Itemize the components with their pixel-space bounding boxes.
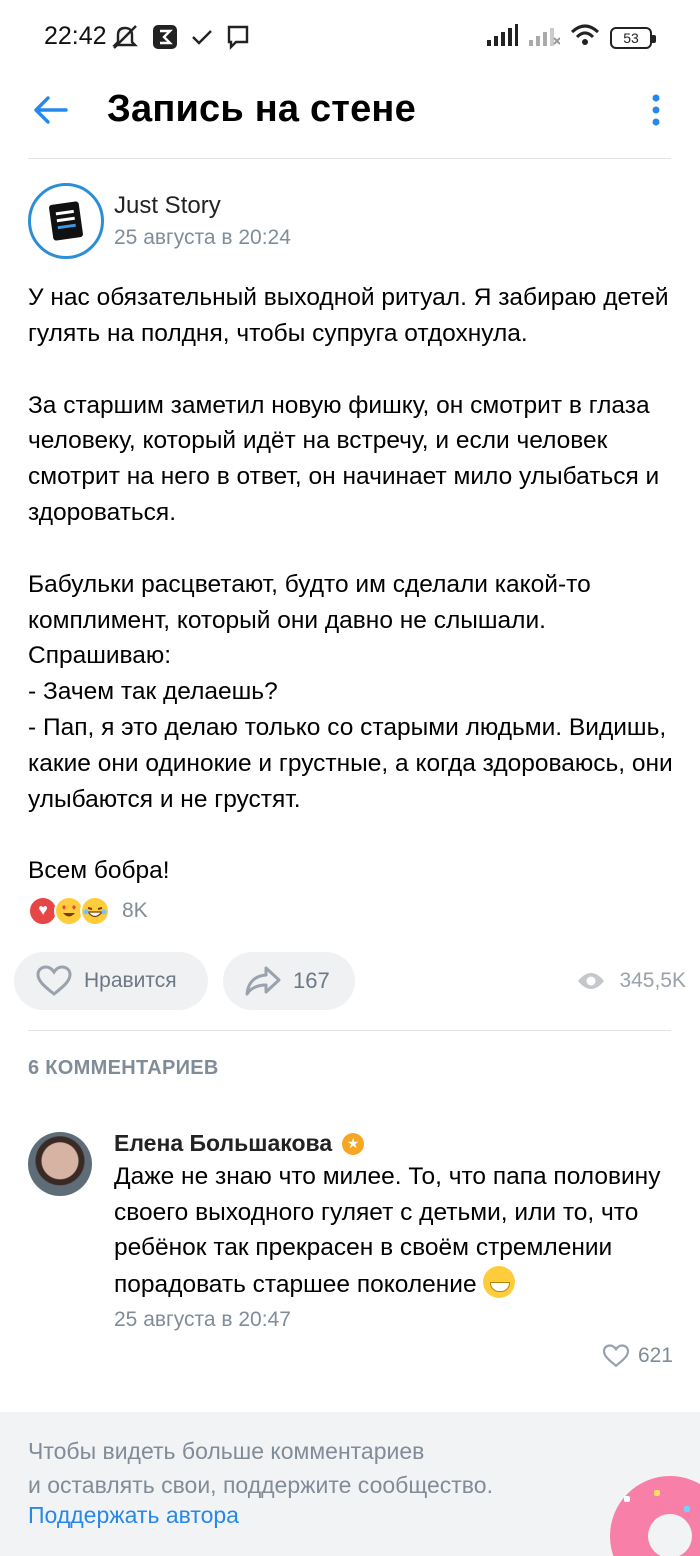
app-icon (152, 24, 178, 55)
post-paragraph: За старшим заметил новую фишку, он смотр… (28, 391, 660, 526)
more-vertical-icon (652, 94, 660, 126)
book-icon (48, 201, 84, 241)
battery-level: 53 (623, 29, 639, 46)
donut-icon (610, 1476, 700, 1556)
commenter-name-text: Елена Большакова (114, 1130, 333, 1156)
comment-like-button[interactable]: 621 (602, 1344, 673, 1368)
post-paragraph: Бабульки расцветают, будто им сделали ка… (28, 570, 673, 813)
heart-icon (602, 1344, 630, 1368)
battery-icon: 53 (610, 26, 656, 49)
post-date: 25 августа в 20:24 (114, 226, 291, 249)
comment-likes-count: 621 (637, 1344, 673, 1367)
share-icon (245, 966, 281, 996)
back-arrow-icon (34, 96, 68, 124)
actions-divider (28, 1030, 671, 1031)
comments-header: 6 КОММЕНТАРИЕВ (28, 1057, 219, 1079)
app-header: Запись на стене (0, 76, 700, 160)
share-count: 167 (293, 968, 330, 993)
header-divider (28, 158, 671, 159)
message-icon (226, 24, 250, 55)
signal-icon (528, 24, 561, 51)
wifi-icon (570, 24, 600, 51)
reactions-summary[interactable]: ♥ 8K (28, 896, 148, 926)
avatar[interactable] (28, 1132, 92, 1196)
views-counter: 345,5K (577, 952, 686, 1010)
support-author-link[interactable]: Поддержать автора (28, 1502, 239, 1529)
post-text: У нас обязательный выходной ритуал. Я за… (28, 280, 673, 889)
reactions-count: 8K (122, 899, 148, 922)
group-avatar[interactable] (28, 183, 104, 259)
page-title: Запись на стене (107, 88, 416, 130)
post-author[interactable]: Just Story 25 августа в 20:24 (28, 183, 291, 259)
comment-text-content: Даже не знаю что милее. То, что папа пол… (114, 1163, 661, 1298)
status-bar: 22:42 53 (0, 0, 700, 76)
post-paragraph: Всем бобра! (28, 857, 170, 885)
status-time: 22:42 (44, 22, 107, 50)
mute-icon (110, 24, 140, 55)
back-button[interactable] (30, 90, 70, 130)
support-text: Чтобы видеть больше комментариев и остав… (28, 1438, 493, 1498)
comment-text: Даже не знаю что милее. То, что папа пол… (114, 1159, 674, 1302)
share-button[interactable]: 167 (223, 952, 355, 1010)
signal-icon (486, 24, 518, 51)
comment-date: 25 августа в 20:47 (114, 1308, 291, 1331)
star-badge-icon: ★ (342, 1132, 365, 1155)
eye-icon (578, 973, 605, 989)
commenter-name[interactable]: Елена Большакова ★ (114, 1130, 674, 1157)
like-label: Нравится (84, 969, 177, 992)
laugh-reaction-icon (80, 896, 110, 926)
grin-emoji-icon (482, 1265, 515, 1298)
like-button[interactable]: Нравится (14, 952, 208, 1010)
more-button[interactable] (642, 90, 670, 130)
views-count: 345,5K (619, 969, 686, 992)
post-actions: Нравится 167 345,5K (14, 952, 686, 1010)
heart-icon (36, 965, 72, 996)
check-icon (190, 25, 214, 54)
author-name[interactable]: Just Story (114, 192, 291, 220)
support-banner: Чтобы видеть больше комментариев и остав… (0, 1412, 700, 1556)
post-paragraph: У нас обязательный выходной ритуал. Я за… (28, 284, 669, 347)
